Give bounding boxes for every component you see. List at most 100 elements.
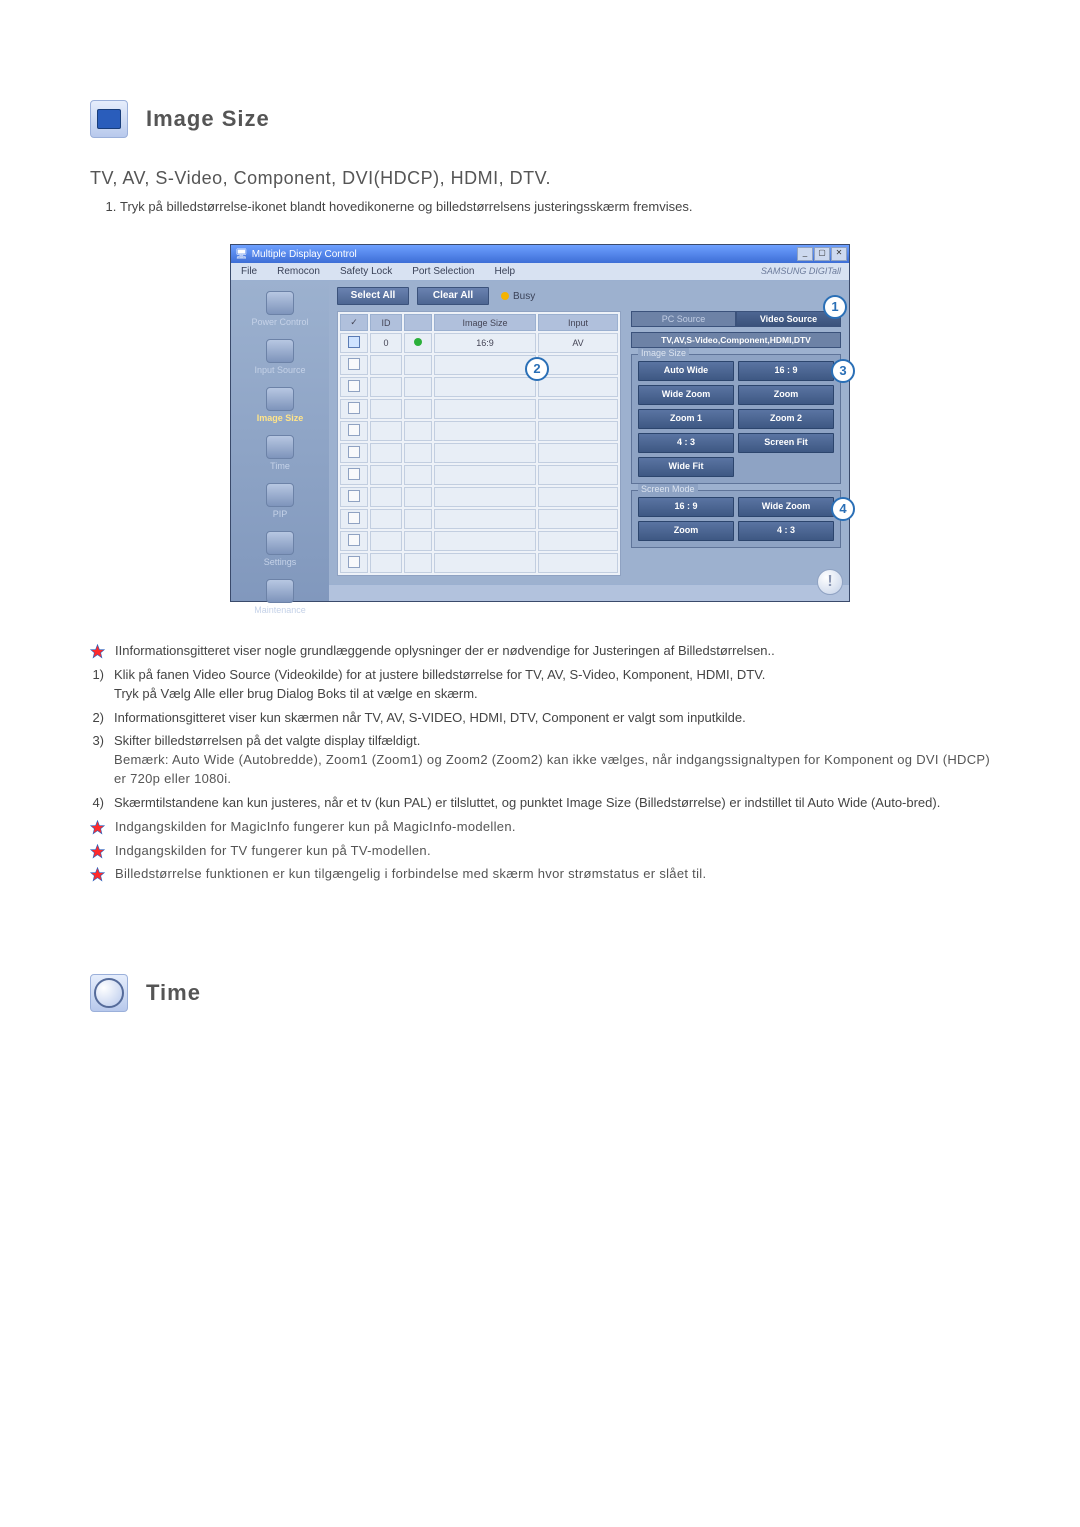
- sidebar-item-maintenance[interactable]: Maintenance: [241, 577, 319, 619]
- power-icon: [266, 291, 294, 315]
- table-row[interactable]: [340, 399, 618, 419]
- col-image-size: Image Size: [434, 314, 536, 331]
- note-star-1: IInformationsgitteret viser nogle grundl…: [115, 642, 775, 661]
- sidebar-item-input-source[interactable]: Input Source: [241, 337, 319, 379]
- table-row[interactable]: [340, 377, 618, 397]
- cell-id: 0: [370, 333, 402, 353]
- col-input: Input: [538, 314, 618, 331]
- image-size-option-button[interactable]: Wide Zoom: [638, 385, 734, 405]
- callout-1: 1: [823, 295, 847, 319]
- table-row[interactable]: [340, 421, 618, 441]
- display-icon: [90, 100, 128, 138]
- pip-icon: [266, 483, 294, 507]
- note-3b: Bemærk: Auto Wide (Autobredde), Zoom1 (Z…: [114, 751, 990, 789]
- warning-icon: !: [817, 569, 843, 595]
- menu-bar: File Remocon Safety Lock Port Selection …: [231, 263, 849, 281]
- row-checkbox[interactable]: [348, 424, 360, 436]
- image-size-option-button[interactable]: Screen Fit: [738, 433, 834, 453]
- note-1b: Tryk på Vælg Alle eller brug Dialog Boks…: [114, 685, 765, 704]
- table-row[interactable]: [340, 443, 618, 463]
- section-header-image-size: Image Size: [90, 100, 990, 138]
- table-row[interactable]: [340, 465, 618, 485]
- row-checkbox[interactable]: [348, 556, 360, 568]
- sidebar-item-settings[interactable]: Settings: [241, 529, 319, 571]
- sidebar-item-label: Power Control: [251, 317, 308, 327]
- sidebar-item-power-control[interactable]: Power Control: [241, 289, 319, 331]
- input-source-icon: [266, 339, 294, 363]
- sidebar-item-label: PIP: [273, 509, 288, 519]
- callout-2: 2: [525, 357, 549, 381]
- row-checkbox[interactable]: [348, 490, 360, 502]
- image-size-option-button[interactable]: Wide Fit: [638, 457, 734, 477]
- maximize-button[interactable]: ▢: [814, 247, 830, 261]
- select-all-button[interactable]: Select All: [337, 287, 409, 305]
- image-size-option-button[interactable]: Auto Wide: [638, 361, 734, 381]
- window-titlebar: 🖥 Multiple Display Control _ ▢ ✕: [231, 245, 849, 263]
- clock-icon: [90, 974, 128, 1012]
- table-row[interactable]: [340, 509, 618, 529]
- screen-mode-option-button[interactable]: 16 : 9: [638, 497, 734, 517]
- sidebar-item-pip[interactable]: PIP: [241, 481, 319, 523]
- row-checkbox[interactable]: [348, 446, 360, 458]
- note-marker: 1): [90, 666, 104, 685]
- brand-label: SAMSUNG DIGITall: [753, 263, 849, 280]
- row-checkbox[interactable]: [348, 468, 360, 480]
- menu-file[interactable]: File: [231, 263, 267, 280]
- note-marker: 4): [90, 794, 104, 813]
- table-row[interactable]: [340, 531, 618, 551]
- table-row[interactable]: [340, 553, 618, 573]
- menu-help[interactable]: Help: [484, 263, 525, 280]
- screen-mode-option-button[interactable]: Wide Zoom: [738, 497, 834, 517]
- clear-all-button[interactable]: Clear All: [417, 287, 489, 305]
- sidebar-item-label: Settings: [264, 557, 297, 567]
- image-size-option-button[interactable]: 16 : 9: [738, 361, 834, 381]
- star-bullet-icon: [90, 867, 105, 882]
- sidebar-item-image-size[interactable]: Image Size: [241, 385, 319, 427]
- note-1a: Klik på fanen Video Source (Videokilde) …: [114, 666, 765, 685]
- display-grid: ✓ ID Image Size Input 016:9AV: [337, 311, 621, 576]
- table-row[interactable]: 016:9AV: [340, 333, 618, 353]
- sidebar: Power Control Input Source Image Size Ti…: [231, 281, 329, 601]
- sidebar-item-time[interactable]: Time: [241, 433, 319, 475]
- image-size-option-button[interactable]: Zoom 2: [738, 409, 834, 429]
- image-size-option-button[interactable]: 4 : 3: [638, 433, 734, 453]
- maintenance-icon: [266, 579, 294, 603]
- time-icon: [266, 435, 294, 459]
- callout-4: 4: [831, 497, 855, 521]
- table-row[interactable]: [340, 355, 618, 375]
- busy-indicator: Busy: [501, 291, 535, 302]
- menu-port-selection[interactable]: Port Selection: [402, 263, 484, 280]
- image-size-option-button[interactable]: Zoom 1: [638, 409, 734, 429]
- subheading: TV, AV, S-Video, Component, DVI(HDCP), H…: [90, 168, 990, 189]
- row-checkbox[interactable]: [348, 336, 360, 348]
- status-bar: !: [329, 584, 849, 601]
- settings-icon: [266, 531, 294, 555]
- menu-safety-lock[interactable]: Safety Lock: [330, 263, 402, 280]
- image-size-icon: [266, 387, 294, 411]
- menu-remocon[interactable]: Remocon: [267, 263, 330, 280]
- col-status: [404, 314, 432, 331]
- screen-mode-fieldset: Screen Mode 16 : 9Wide ZoomZoom4 : 3: [631, 490, 841, 548]
- sidebar-item-label: Image Size: [257, 413, 304, 423]
- legend-image-size: Image Size: [638, 348, 689, 358]
- screen-mode-option-button[interactable]: Zoom: [638, 521, 734, 541]
- application-screenshot: 🖥 Multiple Display Control _ ▢ ✕ File Re…: [230, 244, 850, 602]
- row-checkbox[interactable]: [348, 512, 360, 524]
- image-size-option-button[interactable]: Zoom: [738, 385, 834, 405]
- minimize-button[interactable]: _: [797, 247, 813, 261]
- row-checkbox[interactable]: [348, 534, 360, 546]
- table-row[interactable]: [340, 487, 618, 507]
- busy-label: Busy: [513, 291, 535, 302]
- row-checkbox[interactable]: [348, 402, 360, 414]
- row-checkbox[interactable]: [348, 380, 360, 392]
- tab-pc-source[interactable]: PC Source: [631, 311, 736, 327]
- busy-dot-icon: [501, 292, 509, 300]
- close-button[interactable]: ✕: [831, 247, 847, 261]
- app-icon: 🖥: [235, 249, 248, 260]
- screen-mode-option-button[interactable]: 4 : 3: [738, 521, 834, 541]
- col-check: ✓: [340, 314, 368, 331]
- intro-item-1: Tryk på billedstørrelse-ikonet blandt ho…: [120, 199, 990, 214]
- note-4: Skærmtilstandene kan kun justeres, når e…: [114, 794, 940, 813]
- row-checkbox[interactable]: [348, 358, 360, 370]
- section-header-time: Time: [90, 974, 990, 1012]
